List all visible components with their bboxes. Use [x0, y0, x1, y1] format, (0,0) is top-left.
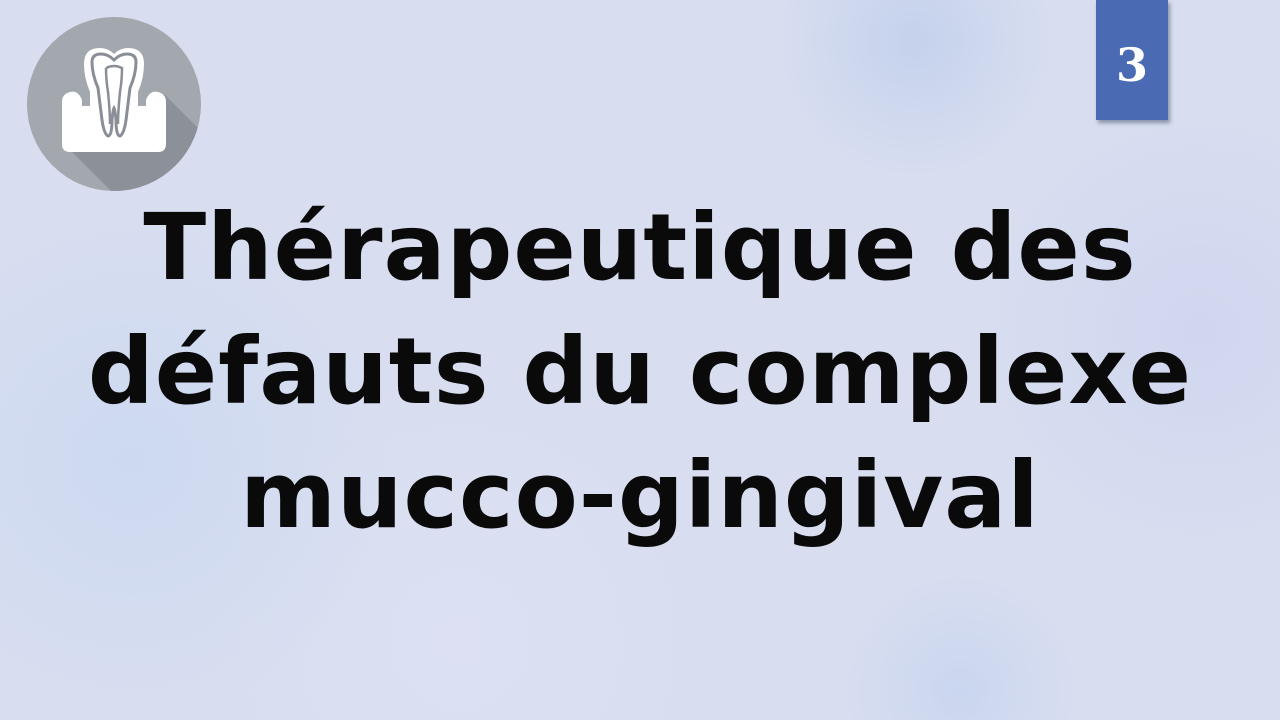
slide: 3 Thérapeutique des défauts du complexe …	[0, 0, 1280, 720]
title-line-2: défauts du complexe	[87, 318, 1193, 425]
page-number: 3	[1115, 38, 1148, 92]
tooth-logo	[26, 16, 202, 192]
slide-title: Thérapeutique des défauts du complexe mu…	[20, 186, 1260, 558]
title-line-1: Thérapeutique des	[143, 194, 1137, 301]
tooth-icon	[27, 17, 201, 191]
page-number-badge: 3	[1096, 0, 1168, 120]
title-line-3: mucco-gingival	[240, 442, 1040, 549]
